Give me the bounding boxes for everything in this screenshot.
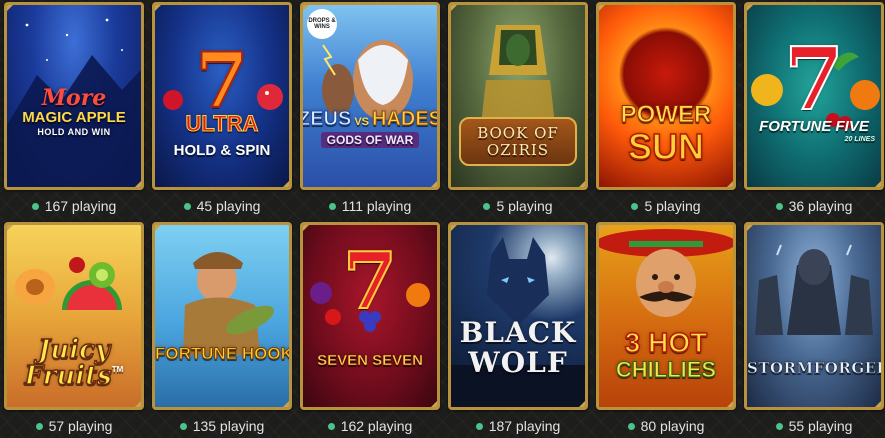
game-thumbnail[interactable]: POWER SUN [596, 2, 736, 190]
logo-zeus: ZEUS [300, 108, 352, 130]
game-thumbnail[interactable]: FORTUNE HOOK [152, 222, 292, 410]
drops-wins-badge: DROPS & WINS [307, 9, 337, 39]
trademark-label: TM [111, 365, 124, 374]
game-tile-more-magic-apple[interactable]: More MAGIC APPLE HOLD AND WIN 167 playin… [4, 2, 144, 222]
players-label: 135 playing [192, 418, 265, 434]
warriors-art [755, 244, 873, 335]
game-tile-fortune-five[interactable]: 7 FORTUNE FIVE 20 LINES 36 playing [744, 2, 884, 222]
game-thumbnail[interactable]: DROPS & WINS ZEUS VS HADES GODS OF WAR [300, 2, 440, 190]
online-dot-icon [475, 422, 483, 430]
online-dot-icon [31, 202, 39, 210]
game-thumbnail[interactable]: 7 SEVEN SEVEN [300, 222, 440, 410]
logo-line-1: FORTUNE HOOK [155, 344, 292, 363]
game-thumbnail[interactable]: 7 FORTUNE FIVE 20 LINES [744, 2, 884, 190]
game-tile-zeus-vs-hades[interactable]: DROPS & WINS ZEUS VS HADES GODS OF WAR 1… [300, 2, 440, 222]
game-tile-juicy-fruits[interactable]: Juicy Fruits TM 57 playing [4, 222, 144, 434]
logo-line-1: 3 HOT [624, 327, 708, 358]
game-tile-power-sun[interactable]: POWER SUN 5 playing [596, 2, 736, 222]
players-count: 57 playing [4, 414, 144, 438]
players-count: 36 playing [744, 194, 884, 218]
players-count: 80 playing [596, 414, 736, 438]
game-tile-ultra-hold-spin[interactable]: 7 ULTRA HOLD & SPIN 45 playing [152, 2, 292, 222]
logo-line-3: 20 LINES [844, 136, 875, 143]
logo-seven: 7 [342, 236, 398, 327]
players-label: 187 playing [488, 418, 561, 434]
game-thumbnail[interactable]: 3 HOT CHILLIES [596, 222, 736, 410]
logo-subtitle: GODS OF WAR [320, 132, 420, 148]
players-label: 5 playing [496, 198, 553, 214]
logo-line-1: BOOK OF [477, 124, 559, 142]
game-tile-book-of-oziris[interactable]: BOOK OF OZIRIS 5 playing [448, 2, 588, 222]
logo-line-2: CHILLIES [615, 357, 717, 382]
game-tile-fortune-hook[interactable]: FORTUNE HOOK 135 playing [152, 222, 292, 434]
drops-wins-label: DROPS & WINS [308, 18, 336, 30]
game-tile-seven-seven[interactable]: 7 SEVEN SEVEN 162 playing [300, 222, 440, 434]
players-count: 55 playing [744, 414, 884, 438]
players-count: 5 playing [596, 194, 736, 218]
logo-line-2: FORTUNE FIVE [759, 118, 869, 135]
players-count: 167 playing [4, 194, 144, 218]
online-dot-icon [775, 202, 783, 210]
fisherman-art [183, 252, 274, 355]
logo-line-2: OZIRIS [486, 141, 550, 159]
game-thumbnail[interactable]: STORMFORGED [744, 222, 884, 410]
players-label: 36 playing [788, 198, 853, 214]
logo-line-3: HOLD & SPIN [173, 142, 271, 159]
logo-vs: VS [354, 116, 370, 128]
players-count: 5 playing [448, 194, 588, 218]
game-thumbnail[interactable]: More MAGIC APPLE HOLD AND WIN [4, 2, 144, 190]
logo-line-1: BLACK [459, 316, 577, 349]
players-label: 167 playing [44, 198, 117, 214]
players-count: 187 playing [448, 414, 588, 438]
game-tile-black-wolf[interactable]: BLACK WOLF 187 playing [448, 222, 588, 434]
game-thumbnail[interactable]: Juicy Fruits TM [4, 222, 144, 410]
logo-seven: 7 [783, 29, 845, 130]
logo-line-1: STORMFORGED [747, 359, 884, 377]
game-tile-stormforged[interactable]: STORMFORGED 55 playing [744, 222, 884, 434]
logo-line-1: POWER [620, 101, 712, 128]
game-thumbnail[interactable]: BLACK WOLF [448, 222, 588, 410]
game-thumbnail[interactable]: BOOK OF OZIRIS [448, 2, 588, 190]
game-tile-3-hot-chillies[interactable]: 3 HOT CHILLIES 80 playing [596, 222, 736, 434]
logo-line-2: WOLF [468, 346, 568, 379]
logo-line-2: ULTRA [185, 111, 259, 136]
logo-line-3: HOLD AND WIN [37, 127, 111, 137]
players-label: 111 playing [341, 198, 412, 214]
game-thumbnail[interactable]: 7 ULTRA HOLD & SPIN [152, 2, 292, 190]
logo-seven: 7 [195, 36, 250, 125]
online-dot-icon [35, 422, 43, 430]
online-dot-icon [775, 422, 783, 430]
online-dot-icon [328, 202, 336, 210]
logo-plaque: BOOK OF OZIRIS [459, 117, 577, 166]
players-count: 162 playing [300, 414, 440, 438]
players-label: 162 playing [340, 418, 413, 434]
players-label: 45 playing [196, 198, 261, 214]
logo-line-2: SUN [627, 126, 705, 167]
online-dot-icon [183, 202, 191, 210]
logo-line-2: Fruits [24, 361, 113, 391]
players-label: 5 playing [644, 198, 701, 214]
logo-line-2: MAGIC APPLE [22, 109, 126, 126]
players-count: 111 playing [300, 194, 440, 218]
online-dot-icon [327, 422, 335, 430]
online-dot-icon [631, 202, 639, 210]
players-label: 55 playing [788, 418, 853, 434]
online-dot-icon [627, 422, 635, 430]
logo-line-1: More [41, 85, 107, 111]
players-count: 135 playing [152, 414, 292, 438]
players-label: 80 playing [640, 418, 705, 434]
logo-hades: HADES [372, 108, 440, 130]
players-label: 57 playing [48, 418, 113, 434]
games-grid: More MAGIC APPLE HOLD AND WIN 167 playin… [4, 2, 884, 434]
players-count: 45 playing [152, 194, 292, 218]
online-dot-icon [483, 202, 491, 210]
online-dot-icon [179, 422, 187, 430]
logo-line-2: SEVEN SEVEN [317, 352, 423, 369]
logo-line-1: Juicy [37, 335, 111, 365]
